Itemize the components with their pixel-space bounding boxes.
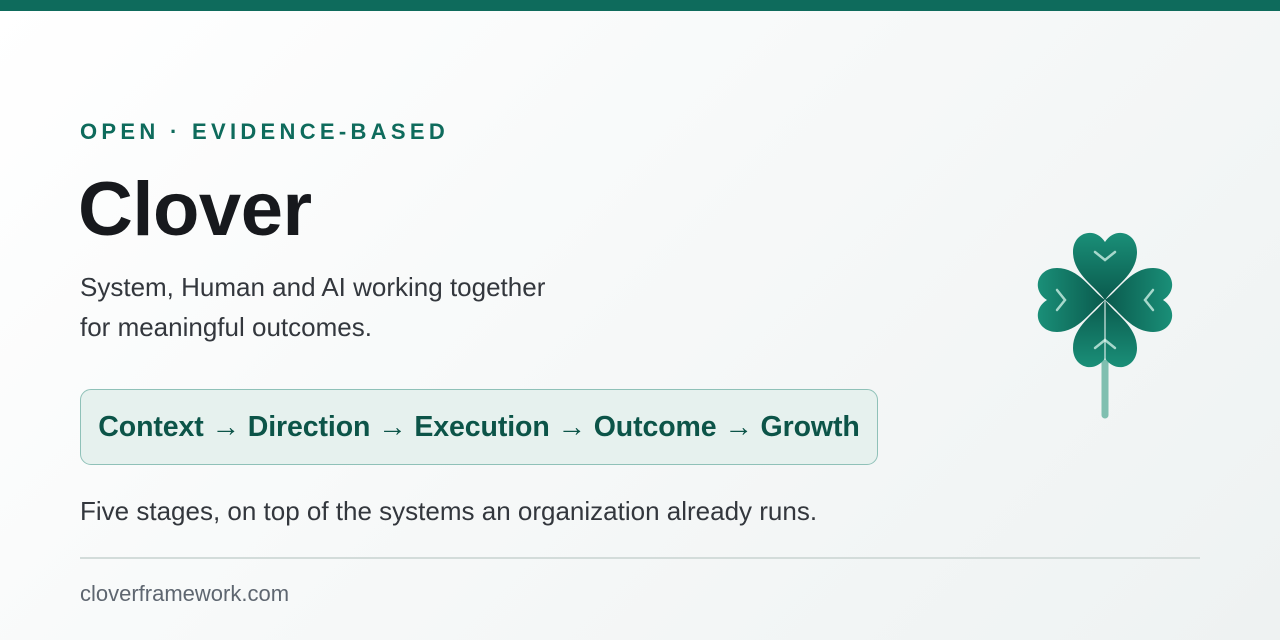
top-accent-bar [0,0,1280,11]
subtitle-line-1: System, Human and AI working together [80,272,546,302]
page-title: Clover [78,167,312,252]
clover-icon [1020,218,1190,428]
footer-divider [80,557,1200,559]
stages-flow-box: Context → Direction → Execution → Outcom… [80,389,878,465]
caption-text: Five stages, on top of the systems an or… [80,496,818,526]
subtitle: System, Human and AI working together fo… [80,267,545,347]
stages-flow-text: Context → Direction → Execution → Outcom… [98,410,860,443]
eyebrow-label: OPEN · EVIDENCE-BASED [80,119,450,144]
subtitle-line-2: for meaningful outcomes. [80,312,372,342]
footer-url: cloverframework.com [80,581,290,606]
